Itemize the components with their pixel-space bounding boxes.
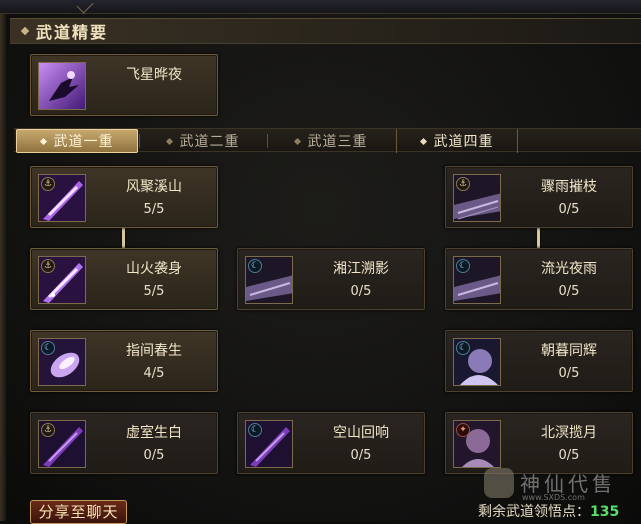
skill-name: 骤雨摧枝 — [541, 179, 597, 195]
spring-blossom-icon: ☾ — [38, 338, 86, 386]
skill-level: 0/5 — [558, 284, 580, 299]
skill-connector — [537, 228, 540, 248]
tab-tier-1[interactable]: 武道一重 — [16, 129, 138, 153]
tab-tier-3[interactable]: 武道三重 — [270, 129, 392, 153]
essence-name: 飞星晔夜 — [126, 67, 182, 83]
skill-name: 朝暮同辉 — [541, 343, 597, 359]
anchor-icon: ⚓ — [41, 423, 55, 437]
crescent-moon-icon: ☾ — [248, 259, 262, 273]
section-title: 武道精要 — [36, 23, 109, 42]
tab-tier-4[interactable]: 武道四重 — [396, 129, 518, 153]
tab-label: 武道一重 — [53, 134, 114, 150]
skill-level: 4/5 — [143, 366, 165, 381]
skill-card[interactable]: ☾ 朝暮同辉 0/5 — [445, 330, 633, 392]
diamond-icon — [39, 137, 47, 145]
anchor-icon: ⚓ — [41, 259, 55, 273]
share-to-chat-button[interactable]: 分享至聊天 — [30, 500, 127, 524]
tab-label: 武道三重 — [307, 134, 368, 150]
river-shadow-icon: ☾ — [245, 256, 293, 304]
skill-card[interactable]: ☾ 指间春生 4/5 — [30, 330, 218, 392]
echo-icon: ☾ — [245, 420, 293, 468]
tab-tier-2[interactable]: 武道二重 — [142, 129, 264, 153]
diamond-icon — [293, 137, 301, 145]
skill-card[interactable]: ⚓ 山火袭身 5/5 — [30, 248, 218, 310]
skill-name: 虚室生白 — [126, 425, 182, 441]
void-white-icon: ⚓ — [38, 420, 86, 468]
chevron-down-icon[interactable] — [76, 0, 94, 14]
skill-level: 0/5 — [350, 448, 372, 463]
skill-card[interactable]: ☾ 湘江溯影 0/5 — [237, 248, 425, 310]
diamond-icon — [419, 137, 427, 145]
crescent-moon-icon: ☾ — [456, 259, 470, 273]
tab-label: 武道四重 — [433, 134, 494, 150]
skill-card[interactable]: ⚓ 风聚溪山 5/5 — [30, 166, 218, 228]
skill-level: 0/5 — [558, 448, 580, 463]
tab-label: 武道二重 — [179, 134, 240, 150]
essence-card[interactable]: 飞星晔夜 — [30, 54, 218, 116]
tab-divider — [267, 134, 268, 148]
crescent-moon-icon: ☾ — [456, 341, 470, 355]
skill-level: 5/5 — [143, 284, 165, 299]
crescent-moon-icon: ☾ — [41, 341, 55, 355]
night-rain-icon: ☾ — [453, 256, 501, 304]
anchor-icon: ⚓ — [456, 177, 470, 191]
watermark: 神仙代售 www.SXDS.com — [482, 466, 632, 502]
mountain-fire-icon: ⚓ — [38, 256, 86, 304]
top-strip — [0, 0, 641, 14]
skill-level: 0/5 — [558, 202, 580, 217]
section-header: 武道精要 — [10, 18, 641, 44]
tab-divider — [139, 134, 140, 148]
skill-level: 0/5 — [350, 284, 372, 299]
essence-skill-icon — [38, 62, 86, 110]
dawn-dusk-icon: ☾ — [453, 338, 501, 386]
diamond-icon — [165, 137, 173, 145]
skill-name: 流光夜雨 — [541, 261, 597, 277]
remaining-points: 剩余武道领悟点：135 — [478, 501, 619, 521]
anchor-icon: ⚓ — [41, 177, 55, 191]
skill-name: 山火袭身 — [126, 261, 182, 277]
north-moon-icon: ✦ — [453, 420, 501, 468]
points-label: 剩余武道领悟点： — [478, 504, 590, 520]
skill-connector — [122, 228, 125, 248]
watermark-logo-icon — [484, 468, 514, 498]
skill-name: 湘江溯影 — [333, 261, 389, 277]
skill-card[interactable]: ☾ 空山回响 0/5 — [237, 412, 425, 474]
tier-tabs: 武道一重 武道二重 武道三重 武道四重 — [14, 128, 641, 153]
skill-name: 北溟揽月 — [541, 425, 597, 441]
skill-name: 空山回响 — [333, 425, 389, 441]
left-frame-rail — [0, 14, 6, 521]
wind-slash-icon: ⚓ — [38, 174, 86, 222]
skill-level: 5/5 — [143, 202, 165, 217]
points-value: 135 — [590, 504, 620, 520]
skill-card[interactable]: ✦ 北溟揽月 0/5 — [445, 412, 633, 474]
skill-card[interactable]: ⚓ 骤雨摧枝 0/5 — [445, 166, 633, 228]
skill-level: 0/5 — [558, 366, 580, 381]
crescent-moon-icon: ☾ — [248, 423, 262, 437]
skill-level: 0/5 — [143, 448, 165, 463]
skill-card[interactable]: ☾ 流光夜雨 0/5 — [445, 248, 633, 310]
skill-card[interactable]: ⚓ 虚室生白 0/5 — [30, 412, 218, 474]
skill-name: 指间春生 — [126, 343, 182, 359]
skill-name: 风聚溪山 — [126, 179, 182, 195]
flame-icon: ✦ — [456, 423, 470, 437]
rain-strike-icon: ⚓ — [453, 174, 501, 222]
martial-arts-panel: 武道精要 飞星晔夜 武道一重 武道二重 武道三重 武道四重 ⚓ 风聚溪山 5/5… — [0, 0, 641, 524]
diamond-icon — [20, 26, 30, 36]
